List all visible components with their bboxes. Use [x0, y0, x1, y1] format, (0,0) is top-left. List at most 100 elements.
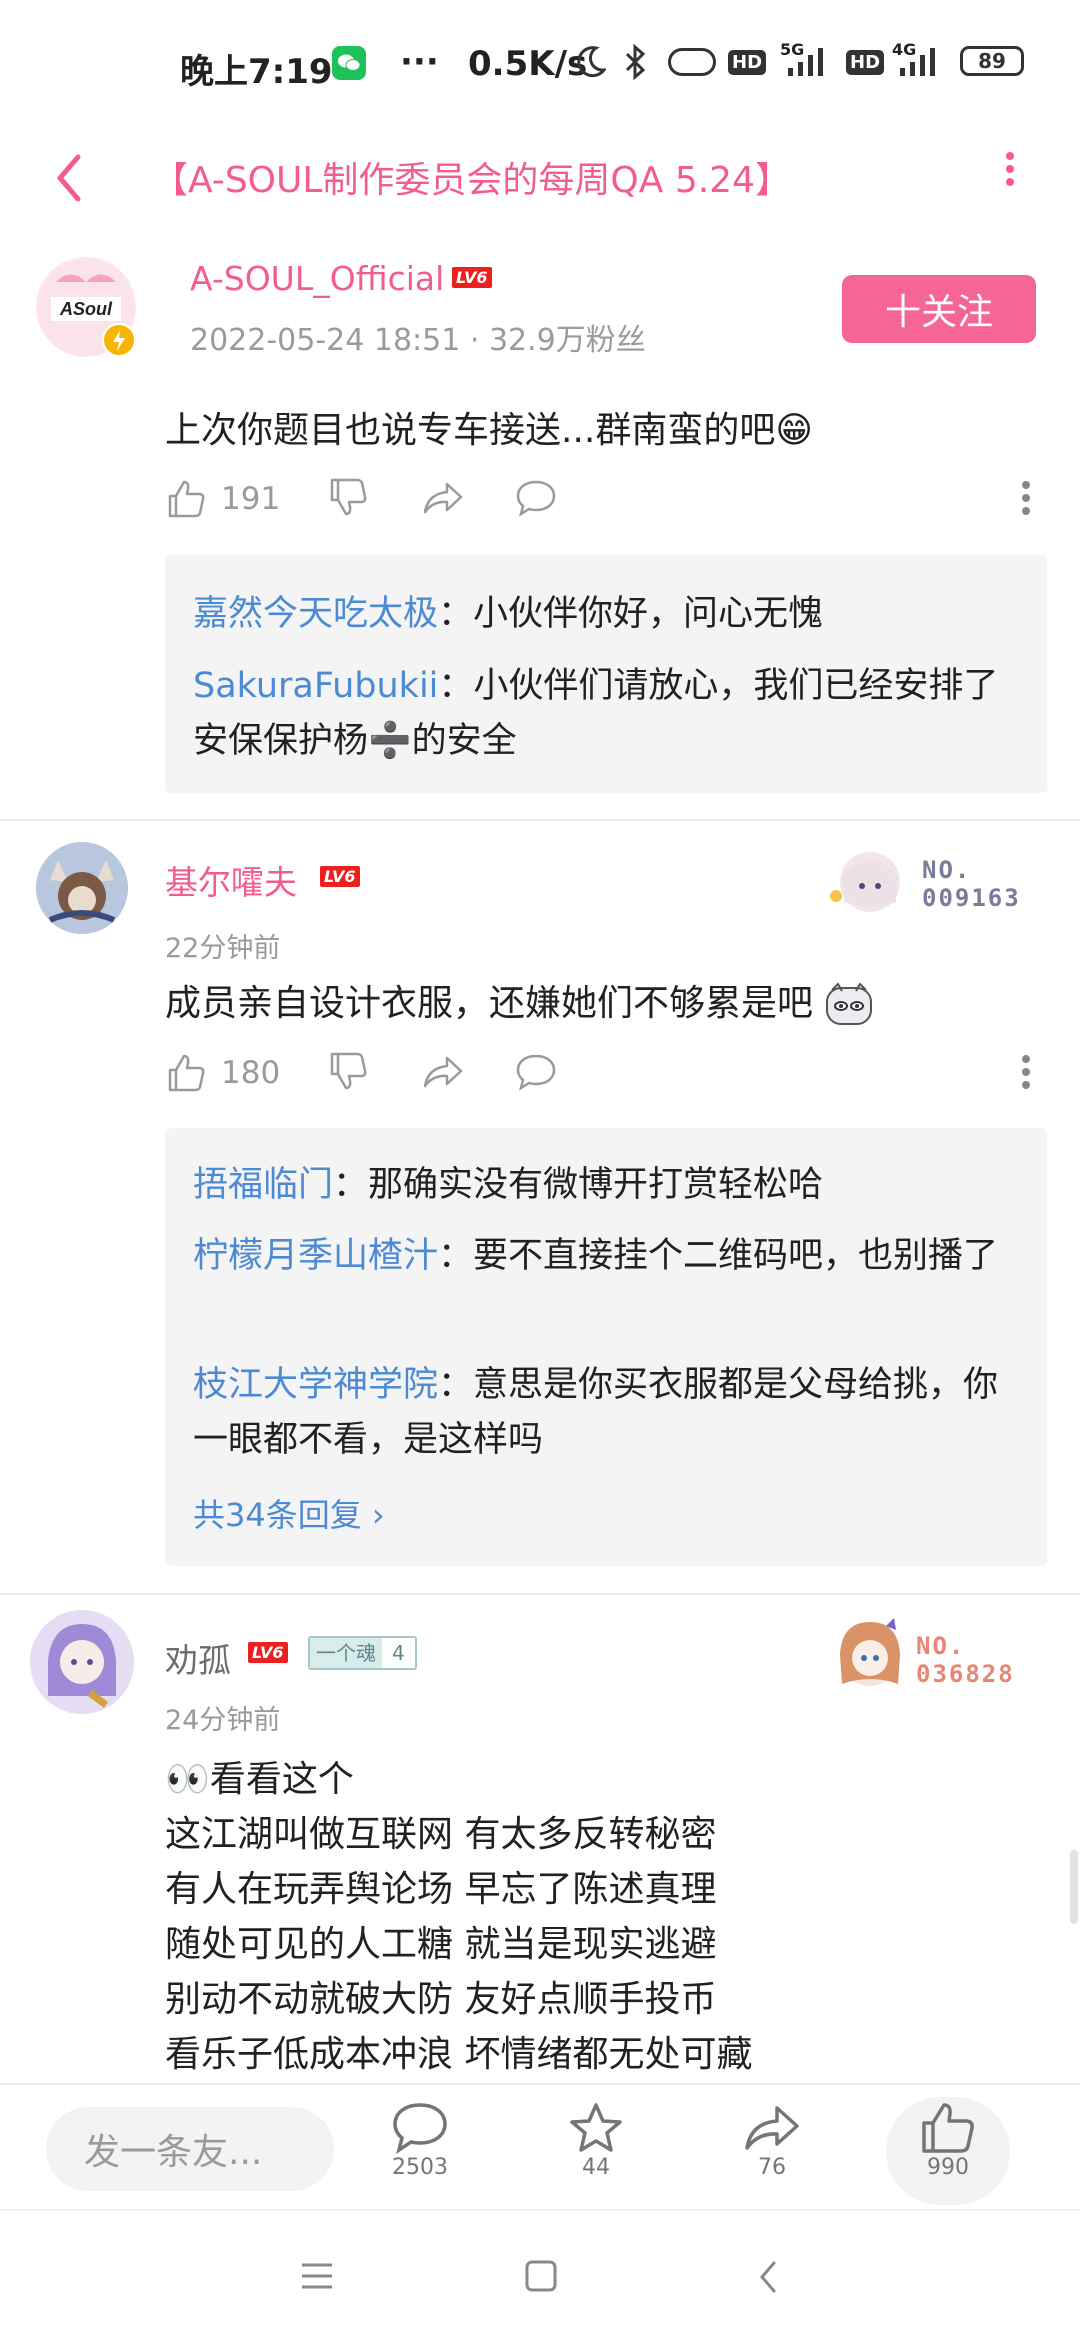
share-icon[interactable]: [421, 1052, 465, 1092]
view-all-replies-link[interactable]: 共34条回复 ›: [193, 1490, 385, 1536]
scrollbar[interactable]: [1070, 1850, 1078, 1924]
system-back-icon[interactable]: [756, 2259, 780, 2295]
reply-user[interactable]: 捂福临门: [193, 1165, 333, 1205]
reply-user[interactable]: 柠檬月季山楂汁: [193, 1236, 438, 1276]
home-icon[interactable]: [524, 2259, 558, 2293]
comment-line: 看乐子低成本冲浪 坏情绪都无处可藏: [165, 2034, 753, 2075]
signal-4g-icon: [900, 48, 935, 76]
follow-button[interactable]: 十关注: [842, 275, 1036, 343]
hd-icon-2: HD: [846, 50, 885, 75]
comment-text: 上次你题目也说专车接送...群南蛮的吧😁: [165, 410, 813, 451]
fan-badge-number: NO. 009163: [922, 856, 1021, 912]
dislike-icon[interactable]: [327, 476, 369, 518]
like-count: 180: [221, 1055, 281, 1091]
fan-badge-avatar: [826, 846, 908, 918]
status-bar: 晚上7:19 ··· 0.5K/s HD 5G HD 4G 89: [0, 0, 1080, 125]
reply-user[interactable]: 枝江大学神学院: [193, 1365, 438, 1405]
comment-more-icon[interactable]: [1022, 1050, 1030, 1094]
wechat-icon: [332, 46, 366, 80]
like-button[interactable]: 990: [908, 2101, 988, 2180]
comment-actions: 191: [165, 474, 1045, 524]
star-icon: [570, 2103, 622, 2152]
reply-text: 那确实没有微博开打赏轻松哈: [368, 1165, 824, 1205]
comment-line: 别动不动就破大防 友好点顺手投币: [165, 1979, 717, 2020]
battery-icon: 89: [960, 46, 1024, 76]
reply-text: 要不直接挂个二维码吧，也别播了: [473, 1236, 999, 1276]
reply-separator: ：: [438, 1236, 474, 1276]
reply-item: 捂福临门：那确实没有微博开打赏轻松哈: [193, 1158, 1023, 1213]
level-badge: LV6: [320, 866, 360, 887]
fan-badge-digits: 009163: [922, 884, 1021, 912]
verified-badge-icon: [102, 323, 136, 357]
comment-actions: 180: [165, 1048, 1045, 1098]
reply-user[interactable]: 嘉然今天吃太极: [193, 594, 438, 634]
user-avatar[interactable]: [30, 1610, 134, 1714]
favorite-button[interactable]: 44: [556, 2101, 636, 2180]
comments-button[interactable]: 2503: [380, 2101, 460, 2180]
share-icon[interactable]: [421, 478, 465, 518]
reply-item: 嘉然今天吃太极：小伙伴你好，问心无愧: [193, 587, 1023, 642]
reply-item: 柠檬月季山楂汁：要不直接挂个二维码吧，也别播了: [193, 1229, 1023, 1284]
reply-box[interactable]: 嘉然今天吃太极：小伙伴你好，问心无愧 SakuraFubukii：小伙伴们请放心…: [165, 555, 1047, 793]
comment-text: 成员亲自设计衣服，还嫌她们不够累是吧: [165, 976, 1045, 1031]
fan-medal-name: 一个魂: [310, 1638, 382, 1668]
comment-line: 随处可见的人工糖 就当是现实逃避: [165, 1924, 717, 1965]
post-author-header: ASoul A-SOUL_Official LV6 2022-05-24 18:…: [0, 235, 1080, 405]
reply-item: 枝江大学神学院：意思是你买衣服都是父母给挑，你一眼都不看，是这样吗: [193, 1358, 1023, 1468]
reply-separator: ：: [438, 1365, 474, 1405]
fan-medal-level: 4: [382, 1638, 415, 1668]
shares-count: 76: [758, 2155, 786, 2180]
comment-more-icon[interactable]: [1022, 476, 1030, 520]
fan-badge-prefix: NO.: [916, 1632, 966, 1660]
like-icon[interactable]: [165, 478, 207, 520]
reply-separator: ：: [438, 594, 474, 634]
favorites-count: 44: [582, 2155, 610, 2180]
reply-box[interactable]: 捂福临门：那确实没有微博开打赏轻松哈 柠檬月季山楂汁：要不直接挂个二维码吧，也别…: [165, 1128, 1047, 1566]
reply-icon[interactable]: [515, 478, 557, 518]
share-icon: [745, 2106, 799, 2150]
menu-icon[interactable]: [300, 2261, 334, 2291]
like-count: 191: [221, 481, 281, 517]
emoji-sticker-icon: [826, 982, 873, 1025]
reply-text: 小伙伴你好，问心无愧: [473, 594, 824, 634]
user-avatar[interactable]: [36, 842, 128, 934]
likes-count: 990: [927, 2155, 969, 2180]
back-icon[interactable]: [52, 151, 84, 205]
comment-time: 24分钟前: [165, 1705, 281, 1736]
comment-line: 这江湖叫做互联网 有太多反转秘密: [165, 1814, 717, 1855]
notification-more-icon: ···: [400, 42, 439, 82]
more-options-icon[interactable]: [1006, 147, 1014, 191]
fan-badge-number: NO. 036828: [916, 1632, 1015, 1688]
bluetooth-icon: [625, 44, 646, 80]
comment-input[interactable]: 发一条友...: [46, 2107, 334, 2191]
reply-icon[interactable]: [515, 1052, 557, 1092]
top-header: 【A-SOUL制作委员会的每周QA 5.24】: [0, 125, 1080, 235]
battery-level: 89: [978, 49, 1006, 73]
signal-5g-icon: [788, 48, 823, 76]
page-title: 【A-SOUL制作委员会的每周QA 5.24】: [152, 160, 791, 201]
thumbs-up-icon: [922, 2103, 974, 2153]
author-name[interactable]: A-SOUL_Official: [190, 259, 444, 298]
reply-user[interactable]: SakuraFubukii: [193, 666, 438, 706]
level-badge: LV6: [452, 267, 492, 288]
like-icon[interactable]: [165, 1052, 207, 1094]
system-navigation-bar: [0, 2209, 1080, 2342]
fan-medal[interactable]: 一个魂 4: [308, 1636, 417, 1670]
dislike-icon[interactable]: [327, 1050, 369, 1092]
reply-item: SakuraFubukii：小伙伴们请放心，我们已经安排了安保保护杨➗的安全: [193, 659, 1023, 769]
reply-separator: ：: [438, 666, 474, 706]
comment-username[interactable]: 劝孤: [165, 1634, 231, 1682]
post-meta: 2022-05-24 18:51 · 32.9万粉丝: [190, 323, 646, 358]
divider: [0, 819, 1080, 821]
comment-username[interactable]: 基尔嚯夫: [165, 856, 297, 904]
comment-line: 👀看看这个: [165, 1759, 354, 1800]
reply-separator: ：: [333, 1165, 369, 1205]
share-button[interactable]: 76: [732, 2101, 812, 2180]
hd-icon: HD: [728, 50, 767, 75]
divider: [0, 1593, 1080, 1595]
comments-count: 2503: [392, 2155, 448, 2180]
fan-badge-avatar: [830, 1614, 910, 1694]
vpn-icon: [668, 48, 716, 76]
comment-line: 有人在玩弄舆论场 早忘了陈述真理: [165, 1869, 717, 1910]
svg-text:ASoul: ASoul: [59, 299, 113, 319]
